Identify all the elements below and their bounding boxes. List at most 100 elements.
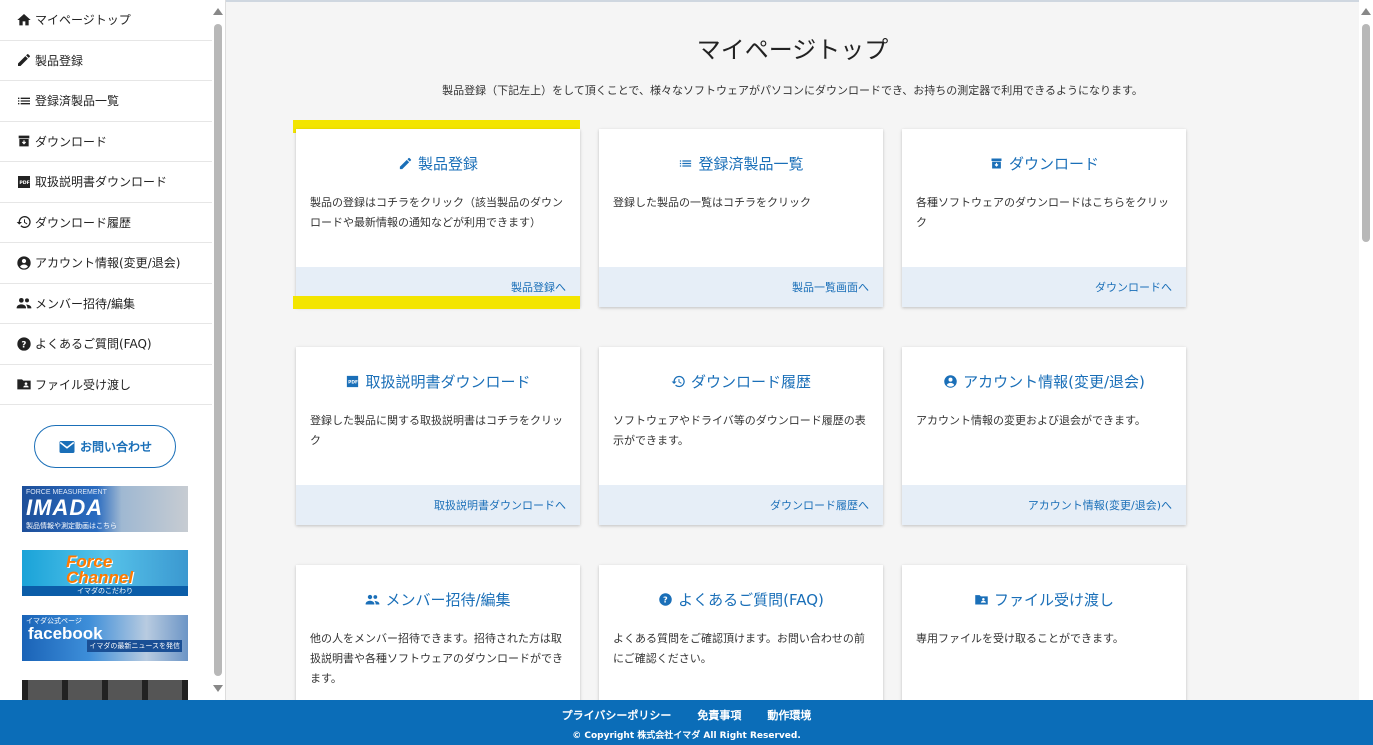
banner-logo-text: IMADA	[26, 495, 104, 520]
card-link[interactable]: ダウンロード履歴へ	[599, 485, 883, 525]
contact-button-label: お問い合わせ	[79, 440, 152, 454]
video-banner[interactable]	[22, 680, 188, 700]
card-title: 登録済製品一覧	[599, 153, 883, 174]
archive-icon	[18, 135, 30, 147]
facebook-banner[interactable]: イマダ公式ページ facebook イマダの最新ニュースを発信	[22, 615, 188, 661]
sidebar-item-label: 製品登録	[35, 53, 84, 68]
card-title: アカウント情報(変更/退会)	[902, 371, 1186, 392]
svg-text:PDF: PDF	[19, 180, 29, 186]
sidebar-item-download[interactable]: ダウンロード	[0, 122, 212, 162]
highlight-marker	[293, 296, 580, 309]
sidebar-item-label: ダウンロード履歴	[35, 215, 132, 230]
card-title-text: よくあるご質問(FAQ)	[678, 591, 824, 609]
card-description: 他の人をメンバー招待できます。招待された方は取扱説明書や各種ソフトウェアのダウン…	[310, 632, 563, 685]
banner-subtext: イマダの最新ニュースを発信	[87, 640, 182, 652]
group-icon	[366, 594, 380, 605]
scroll-up-icon[interactable]	[213, 8, 223, 15]
sidebar-item-label: メンバー招待/編集	[35, 296, 136, 311]
card-product-register[interactable]: 製品登録 製品の登録はコチラをクリック（該当製品のダウンロードや最新情報の通知な…	[296, 129, 580, 307]
account-circle-icon	[944, 375, 957, 388]
main-content: マイページトップ 製品登録（下記左上）をして頂くことで、様々なソフトウェアがパソ…	[226, 0, 1359, 743]
account-circle-icon	[17, 256, 31, 270]
card-link-text: 製品登録へ	[511, 281, 566, 294]
card-title: 製品登録	[296, 153, 580, 174]
card-manual-download[interactable]: PDF 取扱説明書ダウンロード 登録した製品に関する取扱説明書はコチラをクリック…	[296, 347, 580, 525]
card-description: よくある質問をご確認頂けます。お問い合わせの前にご確認ください。	[613, 632, 865, 665]
sidebar-item-label: 登録済製品一覧	[35, 94, 120, 109]
card-description: 登録した製品の一覧はコチラをクリック	[613, 196, 811, 209]
card-link-text: アカウント情報(変更/退会)へ	[1027, 499, 1172, 512]
sidebar-item-file-transfer[interactable]: ファイル受け渡し	[0, 365, 212, 405]
card-link[interactable]: ダウンロードへ	[902, 267, 1186, 307]
sidebar-item-label: マイページトップ	[35, 13, 131, 28]
card-title: ? よくあるご質問(FAQ)	[599, 589, 883, 610]
home-icon	[17, 13, 31, 26]
sidebar-item-label: よくあるご質問(FAQ)	[35, 337, 152, 352]
svg-text:PDF: PDF	[349, 379, 359, 385]
scrollbar-thumb[interactable]	[1362, 24, 1370, 242]
card-title: ファイル受け渡し	[902, 589, 1186, 610]
card-registered-products[interactable]: 登録済製品一覧 登録した製品の一覧はコチラをクリック 製品一覧画面へ	[599, 129, 883, 307]
card-link[interactable]: アカウント情報(変更/退会)へ	[902, 485, 1186, 525]
card-account[interactable]: アカウント情報(変更/退会) アカウント情報の変更および退会ができます。 アカウ…	[902, 347, 1186, 525]
card-description: 各種ソフトウェアのダウンロードはこちらをクリック	[916, 196, 1169, 229]
folder-shared-icon	[975, 595, 988, 605]
history-icon	[671, 375, 685, 388]
sidebar-item-label: ダウンロード	[35, 134, 108, 149]
sidebar-item-label: アカウント情報(変更/退会)	[35, 256, 181, 271]
page-description: 製品登録（下記左上）をして頂くことで、様々なソフトウェアがパソコンにダウンロード…	[442, 84, 1143, 97]
contact-button[interactable]: お問い合わせ	[34, 425, 176, 468]
banner-title-line2: Channel	[66, 568, 134, 587]
sidebar-item-manual-download[interactable]: PDF 取扱説明書ダウンロード	[0, 162, 212, 203]
card-link[interactable]: 取扱説明書ダウンロードへ	[296, 485, 580, 525]
card-description: 製品の登録はコチラをクリック（該当製品のダウンロードや最新情報の通知などが利用で…	[310, 196, 563, 229]
sidebar-scrollbar[interactable]	[212, 0, 225, 700]
pencil-icon	[399, 157, 412, 170]
scrollbar-thumb[interactable]	[214, 24, 222, 676]
card-title: ダウンロード履歴	[599, 371, 883, 392]
card-download[interactable]: ダウンロード 各種ソフトウェアのダウンロードはこちらをクリック ダウンロードへ	[902, 129, 1186, 307]
sidebar-item-account[interactable]: アカウント情報(変更/退会)	[0, 243, 212, 284]
banner-subtext: 製品情報や測定動画はこちら	[26, 523, 117, 530]
mail-icon	[59, 440, 75, 453]
sidebar-item-mypage-top[interactable]: マイページトップ	[0, 0, 212, 41]
imada-banner[interactable]: FORCE MEASUREMENT IMADA 製品情報や測定動画はこちら	[22, 486, 188, 532]
footer: プライバシーポリシー 免責事項 動作環境 © Copyright 株式会社イマダ…	[0, 700, 1373, 745]
footer-link-disclaimer[interactable]: 免責事項	[697, 707, 741, 723]
sidebar-item-faq[interactable]: ? よくあるご質問(FAQ)	[0, 324, 212, 365]
card-description: ソフトウェアやドライバ等のダウンロード履歴の表示ができます。	[613, 414, 866, 447]
list-icon	[18, 97, 30, 105]
force-channel-banner[interactable]: Force Channel イマダのこだわり	[22, 550, 188, 596]
sidebar-content: マイページトップ 製品登録 登録済製品一覧 ダウンロード PDF 取扱説明書ダウ…	[0, 0, 212, 700]
help-icon: ?	[659, 593, 672, 606]
footer-link-environment[interactable]: 動作環境	[767, 707, 811, 723]
card-title-text: ファイル受け渡し	[993, 591, 1114, 609]
card-link[interactable]: 製品一覧画面へ	[599, 267, 883, 307]
card-title-text: ダウンロード履歴	[690, 373, 811, 391]
sidebar-item-members[interactable]: メンバー招待/編集	[0, 284, 212, 324]
sidebar: マイページトップ 製品登録 登録済製品一覧 ダウンロード PDF 取扱説明書ダウ…	[0, 0, 226, 700]
svg-text:?: ?	[663, 595, 668, 605]
card-link-text: 取扱説明書ダウンロードへ	[434, 499, 566, 512]
sidebar-item-label: ファイル受け渡し	[35, 377, 132, 392]
pdf-icon: PDF	[347, 375, 359, 388]
card-title-text: アカウント情報(変更/退会)	[963, 373, 1145, 391]
footer-link-privacy[interactable]: プライバシーポリシー	[562, 707, 672, 723]
footer-links: プライバシーポリシー 免責事項 動作環境	[0, 707, 1373, 723]
card-title-text: ダウンロード	[1008, 155, 1099, 173]
sidebar-item-download-history[interactable]: ダウンロード履歴	[0, 203, 212, 243]
scroll-up-icon[interactable]	[1361, 8, 1371, 15]
help-icon: ?	[17, 337, 31, 351]
card-title-text: 登録済製品一覧	[698, 155, 804, 173]
group-icon	[16, 298, 32, 309]
card-download-history[interactable]: ダウンロード履歴 ソフトウェアやドライバ等のダウンロード履歴の表示ができます。 …	[599, 347, 883, 525]
svg-text:?: ?	[21, 340, 26, 350]
sidebar-item-product-register[interactable]: 製品登録	[0, 41, 212, 81]
list-icon	[680, 160, 692, 167]
scroll-down-icon[interactable]	[213, 685, 223, 692]
sidebar-item-registered-products[interactable]: 登録済製品一覧	[0, 81, 212, 122]
pencil-icon	[18, 54, 31, 67]
card-link-text: ダウンロードへ	[1095, 281, 1172, 294]
card-description: アカウント情報の変更および退会ができます。	[916, 414, 1146, 427]
main-scrollbar[interactable]	[1359, 0, 1373, 700]
